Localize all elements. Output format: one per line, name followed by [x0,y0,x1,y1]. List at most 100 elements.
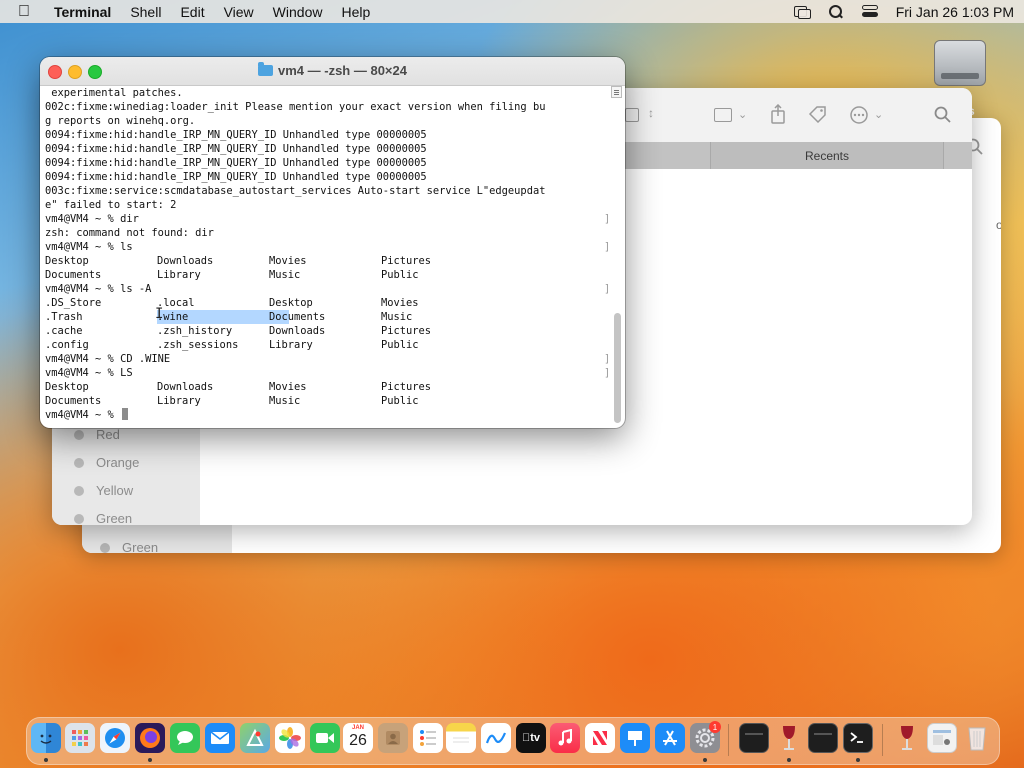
notification-badge: 1 [709,721,721,733]
output-line: 003c:fixme:service:scmdatabase_autostart… [45,185,546,197]
ls-output-row: Documents Library Music Public [45,395,419,407]
sidebar-tag-orange[interactable]: Orange [74,455,139,470]
sidebar-tag-green[interactable]: Green [74,511,132,525]
dock-wine-icon[interactable] [892,723,922,753]
share-icon[interactable] [770,104,786,124]
screen-mirroring-icon[interactable] [793,5,811,19]
sidebar-tag-yellow[interactable]: Yellow [74,483,133,498]
ls-output-row: .cache .zsh_history Downloads Pictures [45,325,432,337]
dock-calendar-icon[interactable]: JAN 26 [343,723,373,753]
prompt-line: vm4@VM4 ~ % CD .WINE [45,352,610,366]
terminal-window[interactable]: vm4 — -zsh — 80×24 experimental patches.… [40,57,625,428]
dock-news-icon[interactable] [585,723,615,753]
dock-facetime-icon[interactable] [310,723,340,753]
folder-icon [258,62,273,76]
tag-dot-icon [74,458,84,468]
menu-clock[interactable]: Fri Jan 26 1:03 PM [896,4,1014,20]
dock-terminal-window-icon[interactable] [739,723,769,753]
tag-dot-icon [74,514,84,524]
hard-drive-icon[interactable] [930,36,988,90]
output-line: 0094:fixme:hid:handle_IRP_MN_QUERY_ID Un… [45,171,427,183]
group-by-icon[interactable] [714,108,732,122]
dock-screenshot-file-icon[interactable] [927,723,957,753]
dock-launchpad-icon[interactable] [65,723,95,753]
output-line: 0094:fixme:hid:handle_IRP_MN_QUERY_ID Un… [45,157,427,169]
calendar-month: JAN [351,725,364,731]
chevron-down-icon[interactable]: ⌄ [874,108,883,121]
running-indicator [703,758,707,762]
current-prompt-line[interactable]: vm4@VM4 ~ % [45,408,610,422]
ls-output-row: .config .zsh_sessions Library Public [45,339,419,351]
tag-dot-icon [100,543,110,553]
dock-reminders-icon[interactable] [413,723,443,753]
finder-back-fragment: o [996,218,1001,232]
prompt-line: vm4@VM4 ~ % LS [45,366,610,380]
output-line: g reports on winehq.org. [45,115,196,127]
dock-photos-icon[interactable] [275,723,305,753]
output-line: 002c:fixme:winediag:loader_init Please m… [45,101,546,113]
ls-output-row: Desktop Downloads Movies Pictures [45,255,432,267]
dock-messages-icon[interactable] [170,723,200,753]
ls-output-row: .Trash .wine Documents Music [45,310,413,324]
tab-recents[interactable]: Recents [710,142,944,169]
running-indicator [787,758,791,762]
ls-output-row: Documents Library Music Public [45,269,419,281]
running-indicator [856,758,860,762]
dock-wine-icon[interactable] [774,723,804,753]
dock-finder-icon[interactable] [31,723,61,753]
menu-help[interactable]: Help [341,4,370,20]
output-line: e" failed to start: 2 [45,199,177,211]
view-grid-icon[interactable] [625,108,639,122]
output-line: zsh: command not found: dir [45,227,214,239]
more-options-icon[interactable] [849,105,869,125]
dock-separator [728,724,729,756]
scrollbar-thumb[interactable] [614,313,621,423]
dock-firefox-icon[interactable] [135,723,165,753]
menu-bar:  Terminal Shell Edit View Window Help F… [0,0,1024,23]
search-icon[interactable] [934,106,952,124]
terminal-output[interactable]: experimental patches. 002c:fixme:winedia… [45,86,610,426]
dock-terminal-window-icon[interactable] [808,723,838,753]
output-line: 0094:fixme:hid:handle_IRP_MN_QUERY_ID Un… [45,143,427,155]
output-line: 0094:fixme:hid:handle_IRP_MN_QUERY_ID Un… [45,129,427,141]
terminal-title: vm4 — -zsh — 80×24 [40,62,625,78]
running-indicator [148,758,152,762]
dock-maps-icon[interactable] [240,723,270,753]
menu-app-terminal[interactable]: Terminal [54,4,111,20]
dock-keynote-icon[interactable] [620,723,650,753]
sidebar-tag-red[interactable]: Red [74,427,120,442]
menu-window[interactable]: Window [273,4,323,20]
dock-terminal-icon[interactable] [843,723,873,753]
dock-mail-icon[interactable] [205,723,235,753]
spotlight-search-icon[interactable] [828,5,844,18]
menu-view[interactable]: View [224,4,254,20]
ibeam-cursor-icon: I [155,306,164,322]
tag-dot-icon [74,486,84,496]
finder-back-tag-green[interactable]: Green [100,540,158,553]
prompt-line: vm4@VM4 ~ % ls [45,240,610,254]
dock-safari-icon[interactable] [100,723,130,753]
tag-icon[interactable] [808,105,828,123]
dock-trash-icon[interactable] [962,723,992,753]
dock-notes-icon[interactable] [446,723,476,753]
apple-menu-icon[interactable]:  [18,3,40,21]
menu-edit[interactable]: Edit [180,4,204,20]
menu-shell[interactable]: Shell [130,4,161,20]
dock-tv-icon[interactable]: tv [516,723,546,753]
chevron-down-icon[interactable]: ⌄ [738,108,747,121]
prompt-line: vm4@VM4 ~ % ls -A [45,282,610,296]
tag-dot-icon [74,430,84,440]
running-indicator [44,758,48,762]
control-center-icon[interactable] [861,5,878,18]
ls-output-row: .DS_Store .local Desktop Movies [45,297,419,309]
dock-music-icon[interactable] [550,723,580,753]
output-line: experimental patches. [45,87,183,99]
terminal-titlebar[interactable]: vm4 — -zsh — 80×24 [40,57,625,86]
dock-freeform-icon[interactable] [481,723,511,753]
chevron-updown-icon[interactable]: ↕ [648,106,654,120]
dock-app-store-icon[interactable] [655,723,685,753]
text-cursor [122,408,129,420]
split-pane-icon[interactable] [611,86,622,98]
dock-contacts-icon[interactable] [378,723,408,753]
ls-output-row: Desktop Downloads Movies Pictures [45,381,432,393]
